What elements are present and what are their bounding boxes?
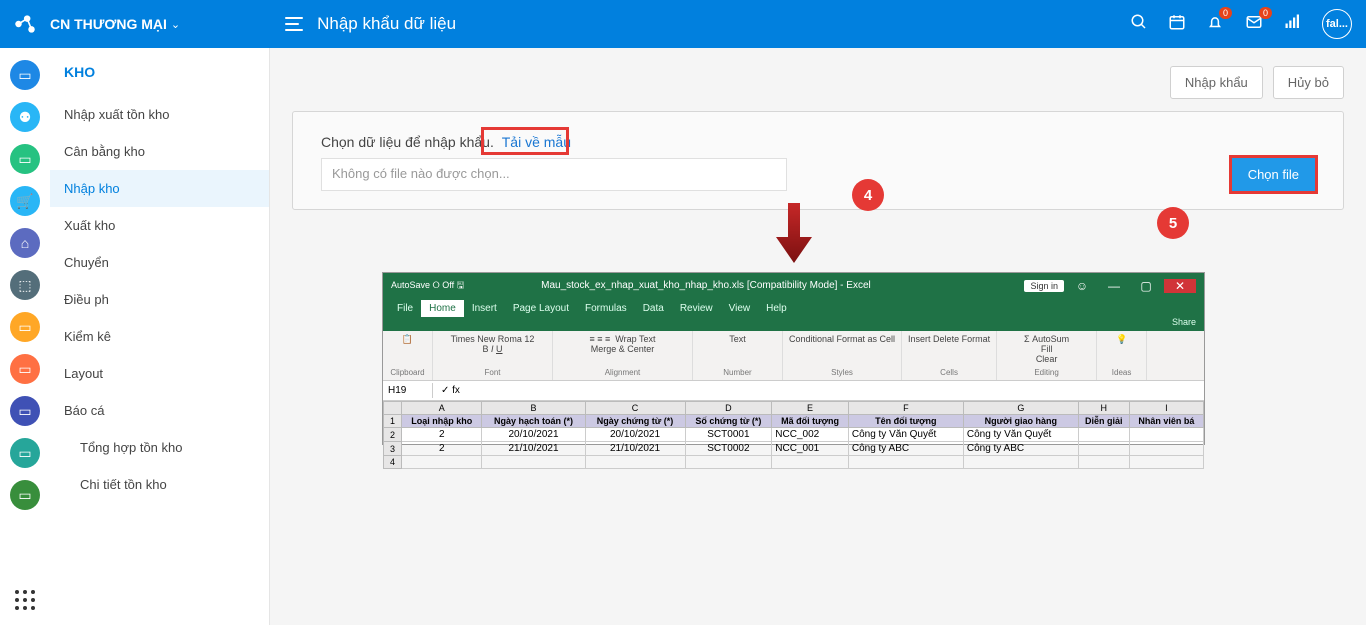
sidebar-item-5[interactable]: Điều ph — [50, 281, 269, 318]
rail-icon-7[interactable]: ▭ — [10, 312, 40, 342]
excel-share[interactable]: Share — [1172, 317, 1196, 327]
bell-badge: 0 — [1219, 7, 1232, 19]
search-icon[interactable] — [1130, 13, 1148, 36]
signal-icon[interactable] — [1284, 13, 1302, 36]
import-prompt: Chọn dữ liệu để nhập khẩu. Tải về mẫu — [321, 134, 1315, 150]
sidebar-item-1[interactable]: Cân bằng kho — [50, 133, 269, 170]
cancel-button[interactable]: Hủy bỏ — [1273, 66, 1344, 99]
sidebar-item-0[interactable]: Nhập xuất tồn kho — [50, 96, 269, 133]
rail-icon-8[interactable]: ▭ — [10, 354, 40, 384]
excel-filename: Mau_stock_ex_nhap_xuat_kho_nhap_kho.xls … — [541, 280, 871, 291]
rail-icon-6[interactable]: ⬚ — [10, 270, 40, 300]
excel-ribbon: 📋Clipboard Times New Roma 12B I UFont ≡ … — [383, 331, 1204, 381]
excel-signin[interactable]: Sign in — [1024, 280, 1064, 292]
sidebar-item-3[interactable]: Xuất kho — [50, 207, 269, 244]
apps-menu-icon[interactable] — [15, 590, 36, 611]
app-header: CN THƯƠNG MẠI ⌄ Nhập khẩu dữ liệu 0 0 fa… — [0, 0, 1366, 48]
arrow-icon — [776, 203, 812, 263]
avatar[interactable]: fal... — [1322, 9, 1352, 39]
sidebar-item-7[interactable]: Layout — [50, 355, 269, 392]
sidebar-item-6[interactable]: Kiểm kê — [50, 318, 269, 355]
excel-tab-insert[interactable]: Insert — [464, 300, 505, 317]
sidebar-item-10[interactable]: Chi tiết tồn kho — [50, 466, 269, 503]
hamburger-icon[interactable] — [285, 17, 303, 31]
excel-cell-name[interactable]: H19 — [383, 383, 433, 398]
step-bubble-4: 4 — [852, 179, 884, 211]
company-name[interactable]: CN THƯƠNG MẠI — [50, 16, 167, 32]
prompt-text: Chọn dữ liệu để nhập khẩu. — [321, 134, 494, 150]
excel-grid[interactable]: ABCDEFGHI 1Loại nhập khoNgày hạch toán (… — [383, 401, 1204, 469]
excel-tab-home[interactable]: Home — [421, 300, 464, 317]
excel-tab-view[interactable]: View — [721, 300, 759, 317]
mail-icon[interactable]: 0 — [1244, 13, 1264, 36]
page-title: Nhập khẩu dữ liệu — [317, 14, 456, 34]
file-input[interactable]: Không có file nào được chọn... — [321, 158, 787, 191]
rail-icon-5[interactable]: ⌂ — [10, 228, 40, 258]
sidebar-item-4[interactable]: Chuyển — [50, 244, 269, 281]
excel-tab-review[interactable]: Review — [672, 300, 721, 317]
excel-face-icon: ☺ — [1068, 279, 1096, 293]
bell-icon[interactable]: 0 — [1206, 13, 1224, 36]
excel-preview: AutoSave ⭘ Off 🖫 Mau_stock_ex_nhap_xuat_… — [382, 272, 1205, 445]
excel-tab-formulas[interactable]: Formulas — [577, 300, 635, 317]
rail-icon-10[interactable]: ▭ — [10, 438, 40, 468]
import-button[interactable]: Nhập khẩu — [1170, 66, 1263, 99]
excel-tab-pagelayout[interactable]: Page Layout — [505, 300, 577, 317]
excel-tab-data[interactable]: Data — [635, 300, 672, 317]
sidebar-item-8[interactable]: Báo cá — [50, 392, 269, 429]
excel-tab-file[interactable]: File — [389, 300, 421, 317]
sidebar-item-9[interactable]: Tổng hợp tồn kho — [50, 429, 269, 466]
rail-icon-9[interactable]: ▭ — [10, 396, 40, 426]
highlight-box-4 — [481, 127, 569, 155]
rail-icon-3[interactable]: ▭ — [10, 144, 40, 174]
highlight-box-5 — [1229, 155, 1318, 194]
main-content: Nhập khẩu Hủy bỏ Chọn dữ liệu để nhập kh… — [270, 48, 1366, 625]
app-logo[interactable] — [0, 11, 50, 37]
sidebar-title: KHO — [50, 48, 269, 96]
rail-icon-1[interactable]: ▭ — [10, 60, 40, 90]
import-card: Chọn dữ liệu để nhập khẩu. Tải về mẫu Kh… — [292, 111, 1344, 210]
company-dropdown-icon[interactable]: ⌄ — [171, 18, 180, 31]
excel-autosave: AutoSave ⭘ Off 🖫 — [391, 278, 464, 294]
excel-max-icon[interactable]: ▢ — [1132, 279, 1160, 293]
step-bubble-5: 5 — [1157, 207, 1189, 239]
rail-icon-4[interactable]: 🛒 — [10, 186, 40, 216]
calendar-icon[interactable] — [1168, 13, 1186, 36]
icon-rail: ▭ ⚉ ▭ 🛒 ⌂ ⬚ ▭ ▭ ▭ ▭ ▭ — [0, 48, 50, 625]
excel-close-icon[interactable]: ✕ — [1164, 279, 1196, 293]
rail-icon-11[interactable]: ▭ — [10, 480, 40, 510]
excel-ribbon-tabs: File Home Insert Page Layout Formulas Da… — [383, 298, 1204, 317]
sidebar-item-2[interactable]: Nhập kho — [50, 170, 269, 207]
mail-badge: 0 — [1259, 7, 1272, 19]
sidebar: KHO Nhập xuất tồn kho Cân bằng kho Nhập … — [50, 48, 270, 625]
rail-icon-2[interactable]: ⚉ — [10, 102, 40, 132]
excel-min-icon[interactable]: — — [1100, 279, 1128, 293]
excel-tab-help[interactable]: Help — [758, 300, 795, 317]
